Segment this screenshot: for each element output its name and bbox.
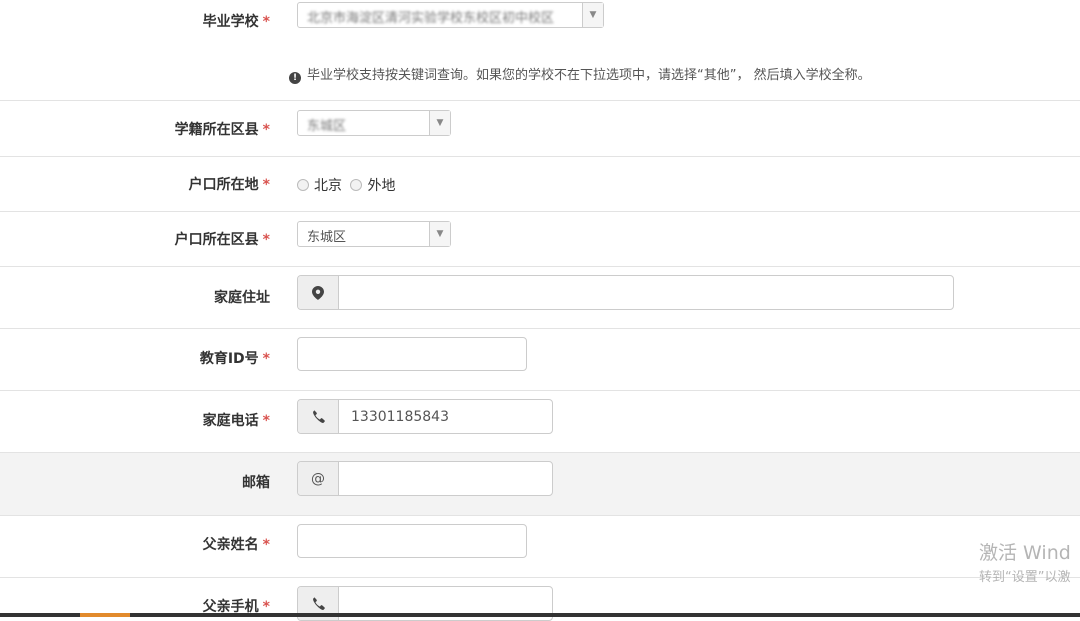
email-label: 邮箱	[242, 475, 270, 491]
home-phone-input-group: 13301185843	[297, 399, 553, 434]
at-sign-icon: @	[298, 462, 339, 495]
household-district-value: 东城区	[307, 230, 347, 245]
school-district-label: 学籍所在区县 *	[174, 122, 270, 138]
chevron-down-icon: ▼	[429, 222, 450, 246]
edu-id-label: 教育ID号 *	[199, 351, 270, 367]
chevron-down-icon: ▼	[429, 111, 450, 135]
father-name-label: 父亲姓名 *	[202, 537, 270, 553]
taskbar-edge	[0, 613, 1080, 617]
school-select[interactable]: 北京市海淀区清河实验学校东校区初中校区 ▼	[297, 2, 604, 28]
row-email: 邮箱 @	[0, 453, 1080, 516]
row-household-district: 户口所在区县 * 东城区 ▼	[0, 212, 1080, 267]
address-label: 家庭住址	[214, 290, 270, 306]
required-mark: *	[262, 122, 270, 138]
required-mark: *	[262, 14, 270, 30]
household-district-select[interactable]: 东城区 ▼	[297, 221, 451, 247]
info-icon: !	[289, 72, 301, 84]
household-label: 户口所在地 *	[188, 177, 270, 193]
row-address: 家庭住址	[0, 267, 1080, 329]
school-district-value: 东城区	[307, 119, 347, 134]
phone-icon	[298, 400, 339, 433]
row-father-name: 父亲姓名 *	[0, 516, 1080, 578]
email-input-group: @	[297, 461, 553, 496]
required-mark: *	[262, 537, 270, 553]
school-select-value: 北京市海淀区清河实验学校东校区初中校区	[307, 11, 555, 26]
household-radio-group: 北京 外地	[297, 175, 395, 195]
address-input-group	[297, 275, 954, 310]
row-father-mobile: 父亲手机 *	[0, 578, 1080, 621]
radio-beijing[interactable]	[297, 179, 309, 191]
address-input[interactable]	[339, 276, 953, 309]
household-district-label: 户口所在区县 *	[174, 232, 270, 248]
school-hint: ! 毕业学校支持按关键词查询。如果您的学校不在下拉选项中，请选择“其他”， 然后填…	[289, 64, 871, 84]
activation-watermark-subtitle: 转到“设置”以激	[979, 570, 1071, 585]
required-mark: *	[262, 177, 270, 193]
radio-beijing-label: 北京	[314, 178, 342, 194]
edu-id-input[interactable]	[297, 337, 527, 371]
radio-other-label: 外地	[367, 178, 396, 194]
home-phone-input[interactable]: 13301185843	[339, 400, 552, 433]
required-mark: *	[262, 351, 270, 367]
activation-watermark-title: 激活 Wind	[979, 542, 1071, 564]
school-district-select[interactable]: 东城区 ▼	[297, 110, 451, 136]
required-mark: *	[262, 413, 270, 429]
father-name-input[interactable]	[297, 524, 527, 558]
home-phone-label: 家庭电话 *	[202, 413, 270, 429]
required-mark: *	[262, 232, 270, 248]
row-school: 毕业学校 * 北京市海淀区清河实验学校东校区初中校区 ▼ ! 毕业学校支持按关键词查…	[0, 0, 1080, 101]
school-hint-text: 毕业学校支持按关键词查询。如果您的学校不在下拉选项中，请选择“其他”， 然后填入…	[307, 68, 871, 83]
email-input[interactable]	[339, 462, 552, 495]
row-school-district: 学籍所在区县 * 东城区 ▼	[0, 101, 1080, 157]
chevron-down-icon: ▼	[582, 3, 603, 27]
row-edu-id: 教育ID号 *	[0, 329, 1080, 391]
school-label: 毕业学校 *	[202, 14, 270, 30]
map-marker-icon	[298, 276, 339, 309]
row-home-phone: 家庭电话 * 13301185843	[0, 391, 1080, 453]
radio-other[interactable]	[350, 179, 363, 191]
row-household: 户口所在地 *	[0, 157, 1080, 212]
taskbar-accent	[80, 613, 130, 617]
